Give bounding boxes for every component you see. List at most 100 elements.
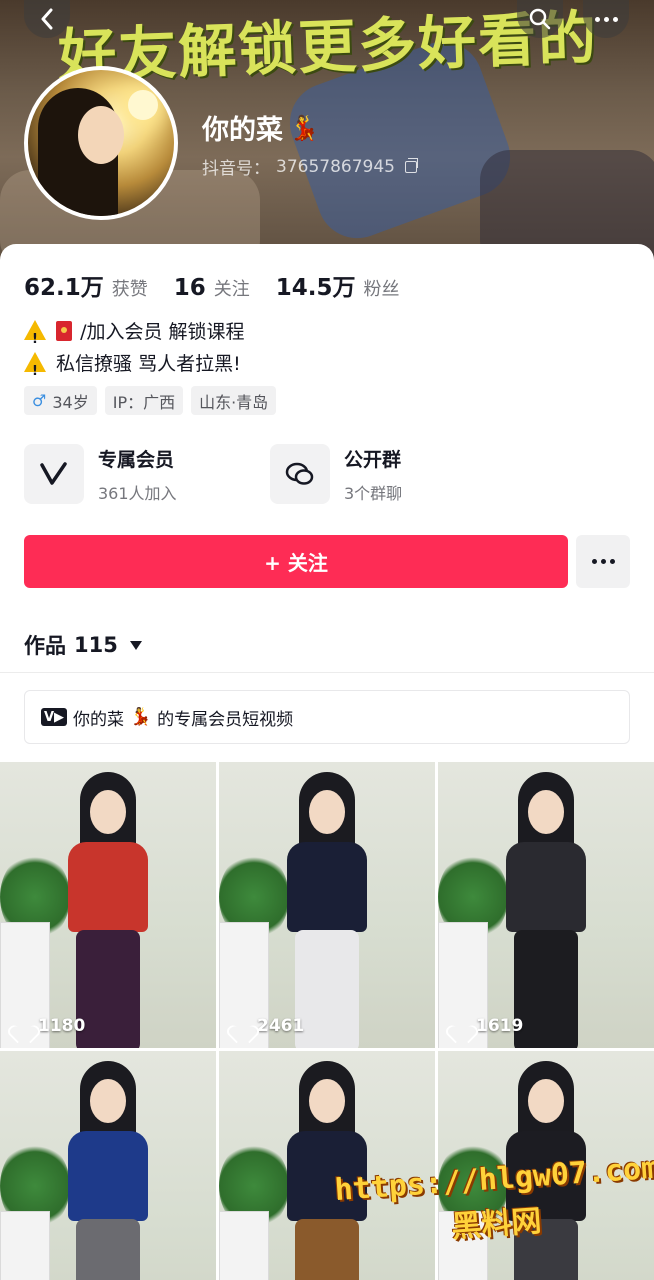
video-thumbnail[interactable]: 1180	[0, 762, 216, 1048]
bottom-graphic	[295, 930, 359, 1048]
works-count: 115	[74, 633, 118, 657]
face-graphic	[309, 1079, 345, 1123]
feature-text: 专属会员 361人加入	[98, 445, 177, 504]
video-thumbnail[interactable]: 1619	[438, 762, 654, 1048]
tag-text: 山东·青岛	[199, 392, 269, 412]
bio-line: /加入会员 解锁课程	[24, 316, 245, 356]
heart-icon	[452, 1018, 470, 1034]
bio-line: 私信撩骚 骂人者拉黑!	[24, 348, 245, 388]
stat-value: 62.1万	[24, 275, 104, 301]
v-logo-icon	[24, 444, 84, 504]
person-graphic	[58, 1061, 158, 1280]
bottom-graphic	[514, 930, 578, 1048]
tag-age: ♂ 34岁	[24, 386, 97, 415]
search-icon	[529, 8, 551, 30]
avatar-graphic	[128, 90, 158, 120]
feature-title: 专属会员	[98, 448, 175, 471]
face-graphic	[90, 1079, 126, 1123]
feature-public-group[interactable]: 公开群 3个群聊	[270, 444, 470, 504]
tag-text: 34岁	[52, 392, 89, 412]
feature-subtitle: 3个群聊	[344, 483, 403, 503]
dot	[603, 16, 609, 22]
stat-label: 关注	[213, 279, 250, 300]
top-graphic	[68, 1131, 148, 1221]
follow-button[interactable]: + 关注	[24, 535, 568, 588]
top-graphic	[68, 842, 148, 932]
face-graphic	[528, 1079, 564, 1123]
stats-row: 62.1万 获赞 16 关注 14.5万 粉丝	[24, 268, 400, 302]
stat-following[interactable]: 16 关注	[174, 275, 250, 301]
profile-more-button[interactable]	[576, 535, 630, 588]
stat-followers[interactable]: 14.5万 粉丝	[276, 268, 400, 302]
video-thumbnail[interactable]: 2461	[219, 762, 435, 1048]
tag-text: IP：广西	[112, 392, 176, 412]
feature-text: 公开群 3个群聊	[344, 445, 402, 504]
tag-ip: IP：广西	[104, 386, 184, 415]
red-envelope-icon	[56, 321, 73, 341]
member-bar-emoji: 💃	[130, 707, 152, 727]
dot	[600, 559, 606, 564]
avatar-graphic	[78, 106, 124, 164]
douyin-id-label: 抖音号：	[202, 159, 270, 179]
cabinet-graphic	[219, 1211, 269, 1280]
chevron-left-icon	[41, 8, 53, 30]
username-text: 你的菜	[202, 115, 283, 146]
like-count-text: 1619	[476, 1016, 524, 1036]
top-graphic	[287, 842, 367, 932]
like-count: 1619	[452, 1016, 523, 1036]
stat-value: 16	[173, 275, 206, 301]
video-member-icon: V▶	[41, 708, 67, 726]
dot	[612, 16, 618, 22]
stat-value: 14.5万	[275, 275, 356, 301]
person-graphic	[496, 772, 596, 1048]
username-emoji: 💃	[289, 113, 319, 142]
divider	[0, 672, 654, 673]
bottom-graphic	[76, 930, 140, 1048]
person-graphic	[277, 772, 377, 1048]
like-count: 1180	[14, 1016, 85, 1036]
like-count-text: 2461	[257, 1016, 305, 1036]
stat-label: 获赞	[111, 279, 148, 300]
douyin-id-value: 37657867945	[276, 156, 395, 177]
feature-title: 公开群	[344, 448, 402, 471]
male-icon: ♂	[32, 391, 47, 410]
dot	[609, 559, 615, 564]
person-graphic	[58, 772, 158, 1048]
stat-label: 粉丝	[363, 279, 400, 300]
warning-icon	[24, 352, 46, 388]
bio-text: /加入会员 解锁课程	[80, 321, 245, 343]
member-videos-bar[interactable]: V▶ 你的菜 💃 的专属会员短视频	[24, 690, 630, 744]
member-bar-text: 的专属会员短视频	[157, 709, 294, 730]
face-graphic	[90, 790, 126, 834]
feature-subtitle: 361人加入	[98, 483, 177, 503]
caret-down-icon	[129, 640, 142, 650]
top-graphic	[506, 842, 586, 932]
dot	[591, 559, 597, 564]
features-row: 专属会员 361人加入 公开群 3个群聊	[24, 444, 470, 504]
avatar[interactable]	[24, 66, 178, 220]
copy-icon[interactable]	[404, 157, 418, 173]
face-graphic	[309, 790, 345, 834]
video-thumbnail[interactable]	[0, 1051, 216, 1280]
warning-icon	[24, 320, 46, 356]
bottom-graphic	[76, 1219, 140, 1280]
cabinet-graphic	[0, 1211, 50, 1280]
username: 你的菜 💃	[202, 108, 319, 147]
member-bar-name: 你的菜	[73, 709, 124, 730]
stat-likes[interactable]: 62.1万 获赞	[24, 268, 148, 302]
chat-bubbles-icon	[270, 444, 330, 504]
dot	[594, 16, 600, 22]
tag-location: 山东·青岛	[191, 386, 277, 415]
bio: /加入会员 解锁课程 私信撩骚 骂人者拉黑!	[24, 316, 245, 388]
tab-works[interactable]: 作品 115	[24, 630, 142, 660]
like-count-text: 1180	[38, 1016, 86, 1036]
face-graphic	[528, 790, 564, 834]
like-count: 2461	[233, 1016, 304, 1036]
bio-text: 私信撩骚 骂人者拉黑!	[56, 353, 241, 375]
feature-exclusive-membership[interactable]: 专属会员 361人加入	[24, 444, 224, 504]
douyin-id[interactable]: 抖音号： 37657867945	[202, 154, 418, 179]
works-label: 作品	[24, 634, 66, 658]
heart-icon	[14, 1018, 32, 1034]
profile-tags: ♂ 34岁 IP：广西 山东·青岛	[24, 386, 277, 415]
heart-icon	[233, 1018, 251, 1034]
